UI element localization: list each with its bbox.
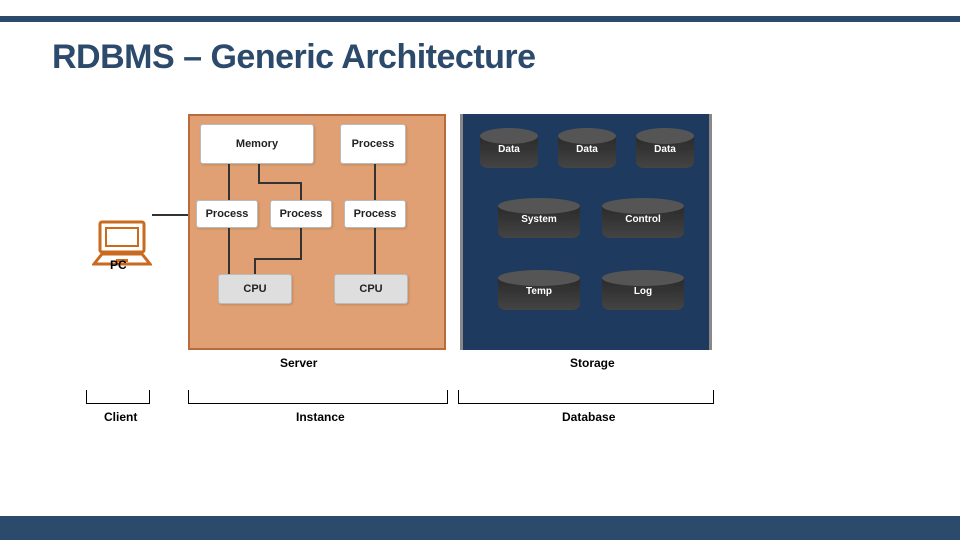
database-group-label: Database bbox=[562, 410, 615, 424]
connector bbox=[228, 228, 230, 274]
process-box-3: Process bbox=[344, 200, 406, 228]
server-label: Server bbox=[280, 356, 317, 370]
cylinder-icon: Log bbox=[602, 270, 684, 318]
slide-title: RDBMS – Generic Architecture bbox=[52, 38, 536, 77]
system-cylinder-label: System bbox=[498, 214, 580, 225]
connector bbox=[374, 164, 376, 200]
bracket-instance bbox=[188, 390, 448, 404]
data-cylinder-1-label: Data bbox=[480, 144, 538, 155]
process-box-1: Process bbox=[196, 200, 258, 228]
title-accent-bar bbox=[0, 16, 960, 22]
pc-label: PC bbox=[110, 258, 127, 272]
memory-box: Memory bbox=[200, 124, 314, 164]
control-cylinder-label: Control bbox=[602, 214, 684, 225]
connector bbox=[254, 258, 256, 274]
client-group-label: Client bbox=[104, 410, 137, 424]
connector bbox=[300, 182, 302, 200]
cylinder-icon: Data bbox=[636, 128, 694, 176]
instance-group-label: Instance bbox=[296, 410, 345, 424]
cylinder-icon: System bbox=[498, 198, 580, 246]
process-box-2: Process bbox=[270, 200, 332, 228]
cpu-box-2: CPU bbox=[334, 274, 408, 304]
connector bbox=[258, 164, 260, 184]
bracket-client bbox=[86, 390, 150, 404]
cpu-box-1: CPU bbox=[218, 274, 292, 304]
storage-label: Storage bbox=[570, 356, 615, 370]
connector bbox=[300, 228, 302, 258]
log-cylinder-label: Log bbox=[602, 286, 684, 297]
footer-bar bbox=[0, 516, 960, 540]
connector bbox=[258, 182, 302, 184]
cylinder-icon: Data bbox=[480, 128, 538, 176]
cylinder-icon: Control bbox=[602, 198, 684, 246]
connector bbox=[374, 228, 376, 274]
data-cylinder-2-label: Data bbox=[558, 144, 616, 155]
connector bbox=[228, 164, 230, 200]
bracket-database bbox=[458, 390, 714, 404]
data-cylinder-3-label: Data bbox=[636, 144, 694, 155]
process-box-top: Process bbox=[340, 124, 406, 164]
connector bbox=[254, 258, 302, 260]
cylinder-icon: Temp bbox=[498, 270, 580, 318]
architecture-diagram: PC Memory Process Process Process Proces… bbox=[0, 100, 960, 500]
temp-cylinder-label: Temp bbox=[498, 286, 580, 297]
cylinder-icon: Data bbox=[558, 128, 616, 176]
